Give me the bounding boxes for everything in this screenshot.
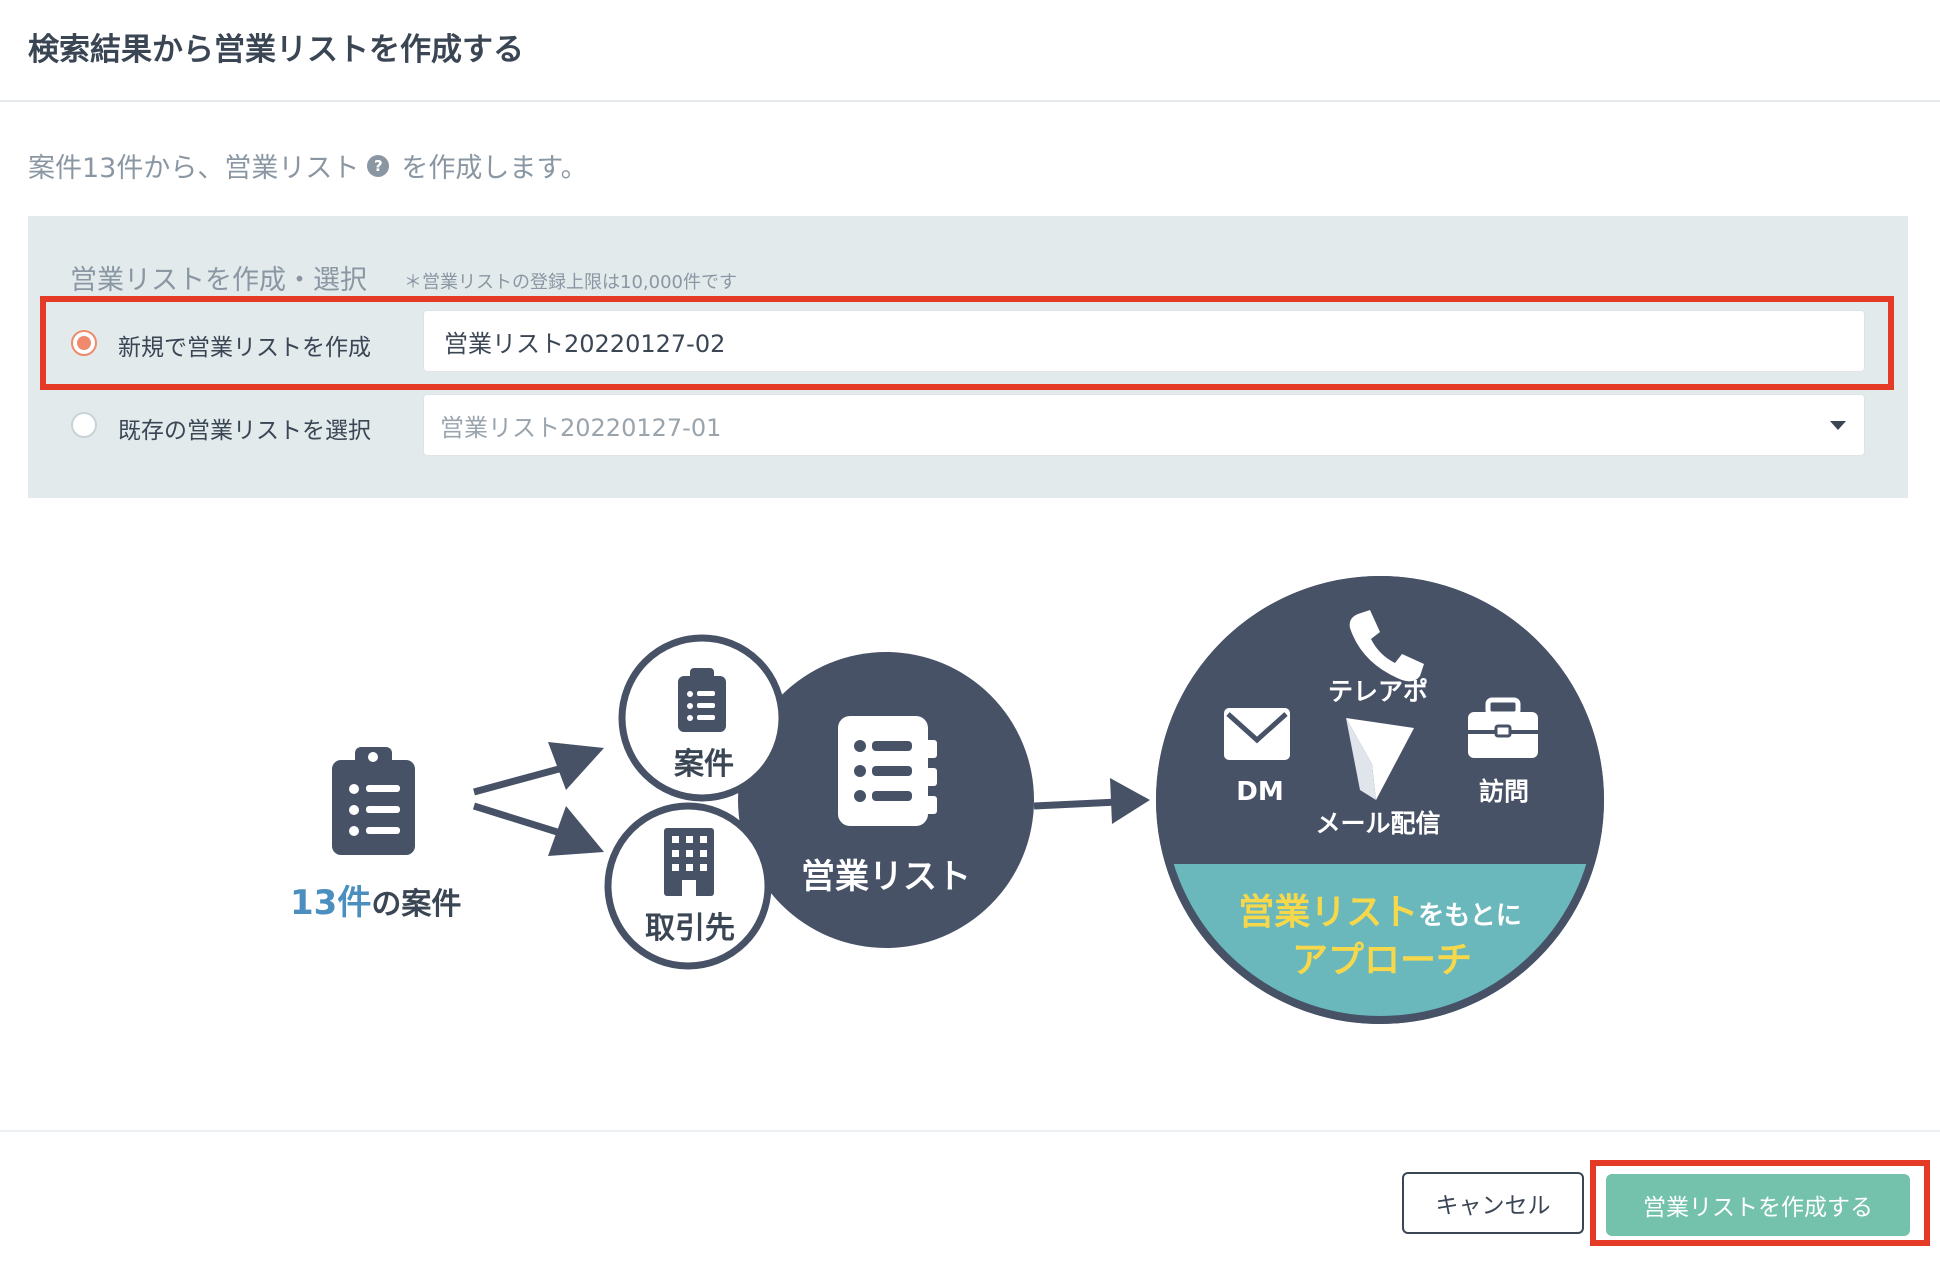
dialog-header: 検索結果から営業リストを作成する (0, 0, 1940, 102)
intro-text-before: 案件13件から、営業リスト (28, 153, 360, 184)
source-count: 13件 (290, 883, 371, 923)
svg-text:営業リストをもとに: 営業リストをもとに (1238, 892, 1522, 933)
list-select-panel: 営業リストを作成・選択 ＊営業リストの登録上限は10,000件です 新規で営業リ… (28, 216, 1908, 498)
dialog-title: 検索結果から営業リストを作成する (28, 32, 524, 68)
help-icon[interactable]: ? (367, 154, 390, 177)
existing-list-radio[interactable] (71, 412, 97, 438)
chevron-down-icon (1830, 421, 1846, 430)
new-list-radio[interactable] (71, 330, 97, 356)
approach-small: をもとに (1418, 901, 1521, 931)
source-suffix: の案件 (371, 887, 461, 922)
send-icon (1346, 718, 1414, 800)
briefcase-icon (1468, 697, 1538, 758)
existing-list-value: 営業リスト20220127-01 (440, 413, 722, 442)
approach-highlight: 営業リスト (1238, 892, 1418, 933)
dm-label: DM (1236, 777, 1283, 807)
new-list-label[interactable]: 新規で営業リストを作成 (118, 328, 371, 362)
email-label: メール配信 (1315, 809, 1440, 838)
panel-label: 営業リストを作成・選択 (70, 265, 367, 296)
existing-list-label[interactable]: 既存の営業リストを選択 (118, 411, 371, 445)
new-list-name-input[interactable]: 営業リスト20220127-02 (423, 310, 1865, 372)
clipboard-icon (332, 747, 415, 855)
building-icon (664, 828, 714, 896)
arrow-right-icon (1110, 778, 1150, 824)
workflow-illustration: 13件の案件 営業リスト 案件 取引先 テレアポ DM メール配信 訪問 営業リ… (290, 576, 1604, 1024)
telemarketing-label: テレアポ (1328, 677, 1428, 706)
notebook-icon (838, 716, 937, 826)
create-list-button[interactable]: 営業リストを作成する (1606, 1174, 1910, 1236)
intro-text-after: を作成します。 (401, 153, 588, 184)
svg-text:13件の案件: 13件の案件 (290, 883, 461, 923)
mail-icon (1224, 708, 1290, 760)
cancel-button[interactable]: キャンセル (1402, 1172, 1584, 1234)
existing-list-select[interactable]: 営業リスト20220127-01 (423, 394, 1865, 456)
limit-note: ＊営業リストの登録上限は10,000件です (404, 272, 737, 293)
intro-text: 案件13件から、営業リスト ? を作成します。 (28, 146, 588, 185)
visit-label: 訪問 (1479, 777, 1529, 806)
phone-icon (1349, 610, 1424, 682)
bubble-clients-label: 取引先 (645, 911, 735, 946)
approach-line2: アプローチ (1292, 940, 1472, 981)
document-icon (678, 668, 726, 732)
center-label: 営業リスト (801, 857, 971, 897)
arrow-icon (472, 742, 604, 856)
bubble-deals-label: 案件 (674, 747, 734, 782)
